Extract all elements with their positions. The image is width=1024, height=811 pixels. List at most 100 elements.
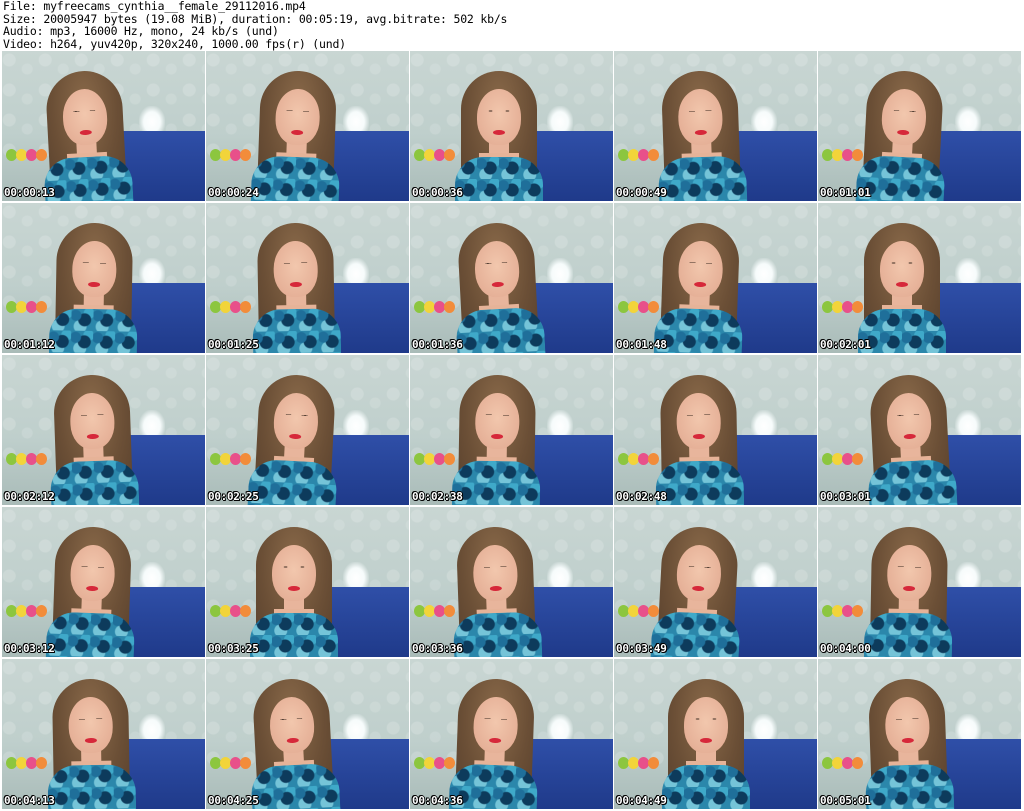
balloons: [6, 605, 47, 619]
video-thumbnail: 00:03:36: [410, 507, 613, 657]
video-thumbnail: 00:04:36: [410, 659, 613, 809]
patterned-dress: [43, 154, 134, 201]
webcam-frame: [614, 203, 817, 353]
video-thumbnail: 00:03:12: [2, 507, 205, 657]
thumbnail-timestamp: 00:01:25: [208, 338, 259, 351]
video-thumbnail: 00:00:13: [2, 51, 205, 201]
patterned-dress: [48, 308, 138, 353]
webcam-frame: [2, 355, 205, 505]
webcam-frame: [410, 355, 613, 505]
video-thumbnail: 00:00:49: [614, 51, 817, 201]
face: [472, 696, 519, 754]
person: [444, 525, 548, 657]
webcam-frame: [206, 659, 409, 809]
webcam-frame: [818, 203, 1021, 353]
balloons: [414, 149, 455, 163]
webcam-frame: [410, 51, 613, 201]
patterned-dress: [662, 765, 750, 809]
thumbnail-timestamp: 00:01:12: [4, 338, 55, 351]
face: [677, 240, 724, 298]
thumbnail-timestamp: 00:00:24: [208, 186, 259, 199]
face: [474, 392, 520, 450]
video-thumbnail: 00:05:01: [818, 659, 1021, 809]
balloons: [618, 757, 659, 771]
webcam-frame: [410, 507, 613, 657]
video-thumbnail: 00:01:25: [206, 203, 409, 353]
thumbnail-timestamp: 00:03:01: [820, 490, 871, 503]
person: [40, 525, 144, 657]
file-info-header: File: myfreecams_cynthia__female_2911201…: [3, 0, 1021, 50]
webcam-frame: [2, 51, 205, 201]
balloons: [6, 453, 47, 467]
video-thumbnail: 00:02:01: [818, 203, 1021, 353]
thumbnail-timestamp: 00:04:13: [4, 794, 55, 807]
balloons: [210, 149, 251, 163]
person: [244, 527, 344, 657]
person: [850, 68, 957, 201]
webcam-frame: [410, 203, 613, 353]
webcam-frame: [818, 659, 1021, 809]
face: [273, 240, 319, 298]
webcam-frame: [206, 203, 409, 353]
face: [272, 545, 316, 601]
patterned-dress: [455, 157, 543, 201]
thumbnail-timestamp: 00:02:48: [616, 490, 667, 503]
person: [40, 678, 142, 809]
face: [880, 241, 924, 297]
balloons: [822, 757, 863, 771]
video-thumbnail: 00:04:13: [2, 659, 205, 809]
video-thumbnail: 00:02:12: [2, 355, 205, 505]
person: [245, 69, 349, 201]
video-thumbnail: 00:03:25: [206, 507, 409, 657]
person: [857, 372, 964, 505]
person: [449, 71, 549, 201]
thumbnail-grid: 00:00:13 00:00:24 00:00:36 00:00:49 00:01:01…: [2, 51, 1021, 809]
face: [274, 88, 321, 146]
thumbnail-timestamp: 00:01:01: [820, 186, 871, 199]
face: [676, 392, 722, 450]
patterned-dress: [252, 308, 342, 353]
person: [43, 222, 145, 353]
patterned-dress: [653, 307, 744, 353]
webcam-frame: [818, 51, 1021, 201]
patterned-dress: [250, 762, 341, 809]
patterned-dress: [455, 306, 546, 353]
patterned-dress: [452, 611, 543, 657]
thumbnail-timestamp: 00:02:38: [412, 490, 463, 503]
thumbnail-timestamp: 00:00:36: [412, 186, 463, 199]
face: [477, 89, 521, 145]
thumbnail-timestamp: 00:05:01: [820, 794, 871, 807]
person: [648, 221, 752, 353]
person: [443, 677, 547, 809]
patterned-dress: [858, 309, 946, 353]
face: [69, 544, 116, 602]
person: [245, 222, 347, 353]
thumbnail-timestamp: 00:00:49: [616, 186, 667, 199]
person: [852, 223, 952, 353]
patterned-dress: [657, 155, 748, 201]
person: [858, 526, 960, 657]
patterned-dress: [451, 460, 541, 505]
face: [71, 240, 117, 298]
video-thumbnail: 00:00:36: [410, 51, 613, 201]
video-thumbnail: 00:03:49: [614, 507, 817, 657]
thumbnail-timestamp: 00:02:25: [208, 490, 259, 503]
thumbnail-timestamp: 00:03:49: [616, 642, 667, 655]
webcam-frame: [614, 507, 817, 657]
balloons: [822, 605, 863, 619]
webcam-frame: [206, 51, 409, 201]
video-thumbnail: 00:03:01: [818, 355, 1021, 505]
video-info-line: Video: h264, yuv420p, 320x240, 1000.00 f…: [3, 36, 346, 51]
person: [240, 676, 347, 809]
thumbnail-timestamp: 00:04:00: [820, 642, 871, 655]
thumbnail-timestamp: 00:03:25: [208, 642, 259, 655]
thumbnail-timestamp: 00:02:12: [4, 490, 55, 503]
patterned-dress: [863, 612, 953, 657]
video-thumbnail: 00:04:25: [206, 659, 409, 809]
person: [645, 524, 752, 657]
person: [656, 679, 756, 809]
video-thumbnail: 00:01:48: [614, 203, 817, 353]
thumbnail-timestamp: 00:02:01: [820, 338, 871, 351]
webcam-frame: [206, 355, 409, 505]
thumbnail-timestamp: 00:01:48: [616, 338, 667, 351]
